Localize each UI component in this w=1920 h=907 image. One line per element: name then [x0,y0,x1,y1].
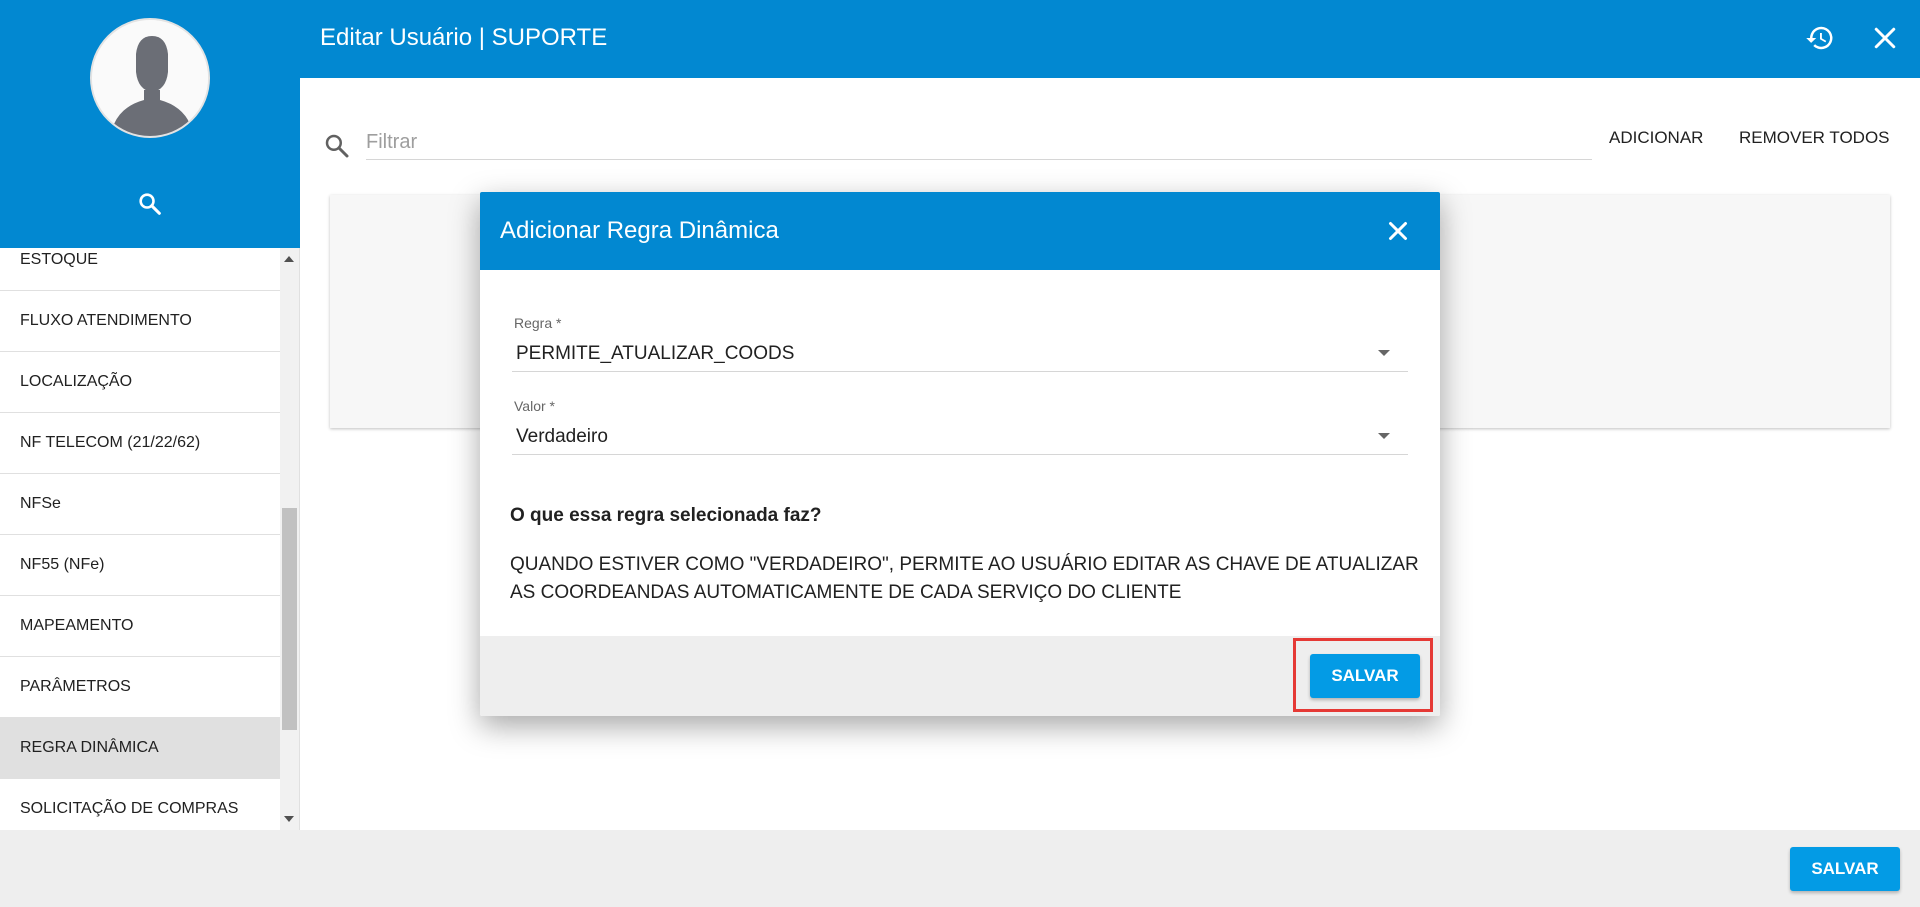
sidebar-item-label: ESTOQUE [20,251,98,268]
user-silhouette-icon [92,20,208,136]
dialog-footer: SALVAR [480,636,1440,716]
rule-select[interactable]: Regra * PERMITE_ATUALIZAR_COODS [512,315,1408,375]
add-button[interactable]: ADICIONAR [1609,128,1703,148]
field-underline [512,371,1408,372]
scroll-down-arrow-icon[interactable] [284,816,294,822]
chevron-down-icon[interactable] [1378,433,1390,439]
sidebar-item-label: SOLICITAÇÃO DE COMPRAS [20,800,239,817]
sidebar-item-label: PARÂMETROS [20,678,131,695]
sidebar-item-label: NFSe [20,495,61,512]
sidebar-item-label: FLUXO ATENDIMENTO [20,312,192,329]
close-icon[interactable] [1870,23,1900,53]
sidebar-item-nf55[interactable]: NF55 (NFe) [0,535,280,596]
value-value: Verdadeiro [516,426,608,447]
sidebar-header [0,0,300,248]
sidebar-item-regra-dinamica[interactable]: REGRA DINÂMICA [0,718,280,779]
sidebar-item-label: REGRA DINÂMICA [20,739,159,756]
add-rule-dialog: Adicionar Regra Dinâmica Regra * PERMITE… [480,192,1440,716]
sidebar-item-localizacao[interactable]: LOCALIZAÇÃO [0,352,280,413]
scroll-up-arrow-icon[interactable] [284,256,294,262]
page-title: Editar Usuário | SUPORTE [320,24,608,51]
search-icon [322,131,352,161]
rule-question-heading: O que essa regra selecionada faz? [510,505,822,526]
dialog-header: Adicionar Regra Dinâmica [480,192,1440,270]
remove-all-button[interactable]: REMOVER TODOS [1739,128,1890,148]
rule-description: QUANDO ESTIVER COMO "VERDADEIRO", PERMIT… [510,554,1419,603]
field-underline [512,454,1408,455]
sidebar-scrollbar[interactable] [280,248,299,830]
page-footer: SALVAR [0,830,1920,907]
avatar[interactable] [90,18,210,138]
sidebar-item-mapeamento[interactable]: MAPEAMENTO [0,596,280,657]
scrollbar-thumb[interactable] [282,508,297,730]
sidebar-item-estoque[interactable]: ESTOQUE [0,248,280,291]
save-button[interactable]: SALVAR [1790,847,1900,891]
dialog-save-button[interactable]: SALVAR [1310,654,1420,698]
sidebar-item-label: NF TELECOM (21/22/62) [20,434,201,451]
dialog-title: Adicionar Regra Dinâmica [500,217,779,244]
sidebar-item-parametros[interactable]: PARÂMETROS [0,657,280,718]
sidebar: ESTOQUE FLUXO ATENDIMENTO LOCALIZAÇÃO NF… [0,0,300,830]
close-icon[interactable] [1383,216,1413,246]
history-icon[interactable] [1805,23,1835,53]
value-label: Valor * [514,398,555,414]
value-select[interactable]: Valor * Verdadeiro [512,398,1408,458]
chevron-down-icon[interactable] [1378,350,1390,356]
sidebar-item-label: LOCALIZAÇÃO [20,373,133,390]
sidebar-item-solicitacao-compras[interactable]: SOLICITAÇÃO DE COMPRAS [0,779,280,830]
filter-input[interactable] [366,126,1592,160]
page-header: Editar Usuário | SUPORTE [300,0,1920,78]
sidebar-item-fluxo-atendimento[interactable]: FLUXO ATENDIMENTO [0,291,280,352]
sidebar-menu: ESTOQUE FLUXO ATENDIMENTO LOCALIZAÇÃO NF… [0,248,280,830]
sidebar-item-nf-telecom[interactable]: NF TELECOM (21/22/62) [0,413,280,474]
sidebar-item-label: NF55 (NFe) [20,556,105,573]
sidebar-item-nfse[interactable]: NFSe [0,474,280,535]
rule-value: PERMITE_ATUALIZAR_COODS [516,343,795,364]
sidebar-item-label: MAPEAMENTO [20,617,134,634]
search-icon[interactable] [136,190,164,218]
rule-label: Regra * [514,315,562,331]
